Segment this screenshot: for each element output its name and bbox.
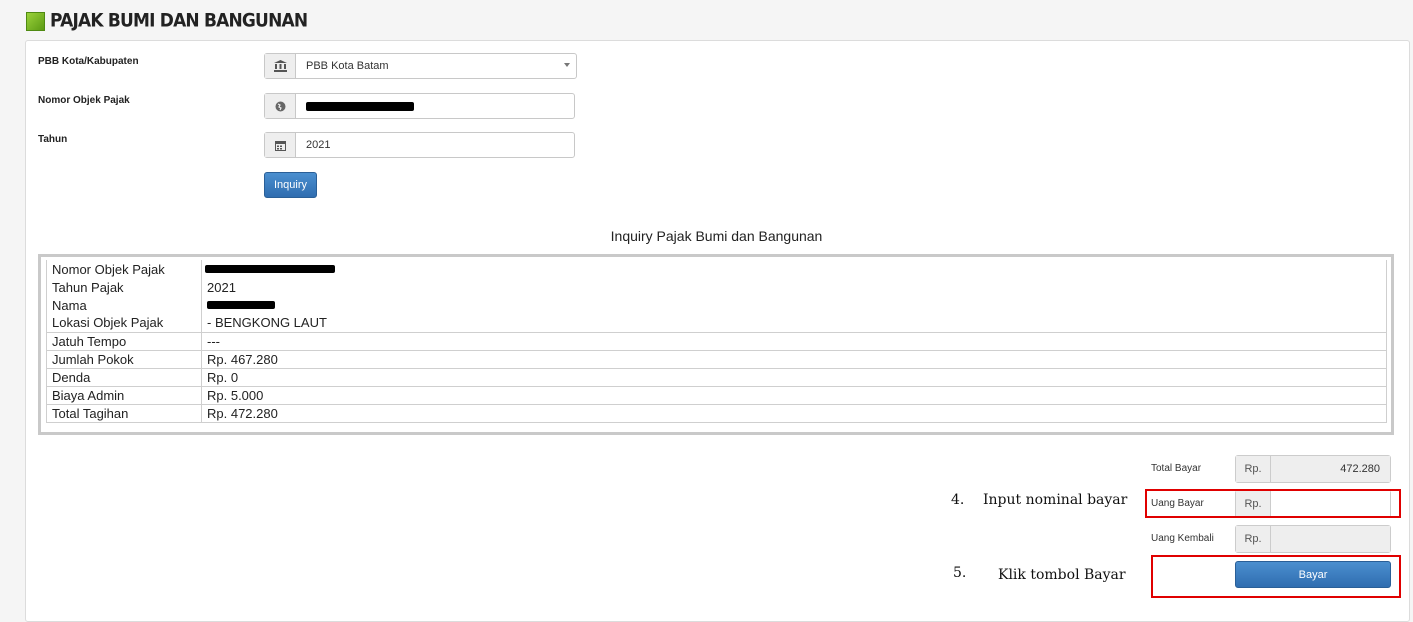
nop-input[interactable] <box>264 93 575 119</box>
table-row: Jumlah Pokok Rp. 467.280 <box>46 349 1387 369</box>
total-bayar-field: Rp. 472.280 <box>1235 455 1391 483</box>
row-label: Lokasi Objek Pajak <box>46 314 202 332</box>
table-row: Denda Rp. 0 <box>46 367 1387 387</box>
currency-addon: Rp. <box>1236 526 1271 552</box>
tahun-label: Tahun <box>38 134 68 145</box>
kabupaten-label: PBB Kota/Kabupaten <box>38 56 139 67</box>
row-value: - BENGKONG LAUT <box>201 314 1387 332</box>
kabupaten-select[interactable]: PBB Kota Batam <box>264 53 577 79</box>
uang-kembali-field: Rp. <box>1235 525 1391 553</box>
table-row: Tahun Pajak 2021 <box>46 278 1387 296</box>
total-bayar-value: 472.280 <box>1271 456 1390 482</box>
page-header: PAJAK BUMI DAN BANGUNAN <box>26 8 308 34</box>
table-row: Nama <box>46 296 1387 314</box>
redacted-nama <box>207 301 275 309</box>
uang-kembali-value <box>1271 526 1390 552</box>
redacted-nop <box>205 265 335 273</box>
page-title: PAJAK BUMI DAN BANGUNAN <box>50 10 308 32</box>
row-label: Nomor Objek Pajak <box>46 260 202 278</box>
row-value: --- <box>201 331 1387 351</box>
highlight-bayar-button <box>1151 555 1401 598</box>
inquiry-table: Nomor Objek Pajak Tahun Pajak 2021 Nama … <box>38 254 1394 435</box>
row-label: Jumlah Pokok <box>46 349 202 369</box>
row-label: Nama <box>46 296 202 314</box>
row-value: Rp. 0 <box>201 367 1387 387</box>
nop-value <box>296 94 574 118</box>
kabupaten-value: PBB Kota Batam <box>306 60 389 72</box>
row-value <box>201 296 1387 314</box>
row-value: Rp. 5.000 <box>201 385 1387 405</box>
highlight-uang-bayar <box>1145 489 1401 518</box>
nop-label: Nomor Objek Pajak <box>38 95 130 106</box>
row-value <box>201 260 1387 278</box>
table-row: Jatuh Tempo --- <box>46 331 1387 351</box>
table-row: Lokasi Objek Pajak - BENGKONG LAUT <box>46 314 1387 332</box>
row-label: Tahun Pajak <box>46 278 202 296</box>
row-value: 2021 <box>201 278 1387 296</box>
tahun-input[interactable]: 2021 <box>264 132 575 158</box>
redacted-nop <box>306 102 414 111</box>
row-value: Rp. 472.280 <box>201 403 1387 423</box>
step4-number: 4. <box>951 492 965 508</box>
institution-icon <box>265 54 296 78</box>
step5-text: Klik tombol Bayar <box>998 567 1126 583</box>
calendar-icon <box>265 133 296 157</box>
inquiry-title: Inquiry Pajak Bumi dan Bangunan <box>610 228 823 244</box>
currency-addon: Rp. <box>1236 456 1271 482</box>
inquiry-button[interactable]: Inquiry <box>264 172 317 198</box>
chevron-down-icon <box>564 63 570 67</box>
row-label: Jatuh Tempo <box>46 331 202 351</box>
step4-text: Input nominal bayar <box>983 492 1128 508</box>
table-row: Total Tagihan Rp. 472.280 <box>46 403 1387 423</box>
step5-number: 5. <box>953 565 967 581</box>
globe-icon <box>265 94 296 118</box>
row-value: Rp. 467.280 <box>201 349 1387 369</box>
row-label: Total Tagihan <box>46 403 202 423</box>
table-row: Nomor Objek Pajak <box>46 260 1387 278</box>
table-row: Biaya Admin Rp. 5.000 <box>46 385 1387 405</box>
row-label: Biaya Admin <box>46 385 202 405</box>
tahun-value: 2021 <box>306 139 331 151</box>
row-label: Denda <box>46 367 202 387</box>
total-bayar-label: Total Bayar <box>1151 463 1202 474</box>
uang-kembali-label: Uang Kembali <box>1151 533 1214 544</box>
header-square-icon <box>26 11 45 31</box>
